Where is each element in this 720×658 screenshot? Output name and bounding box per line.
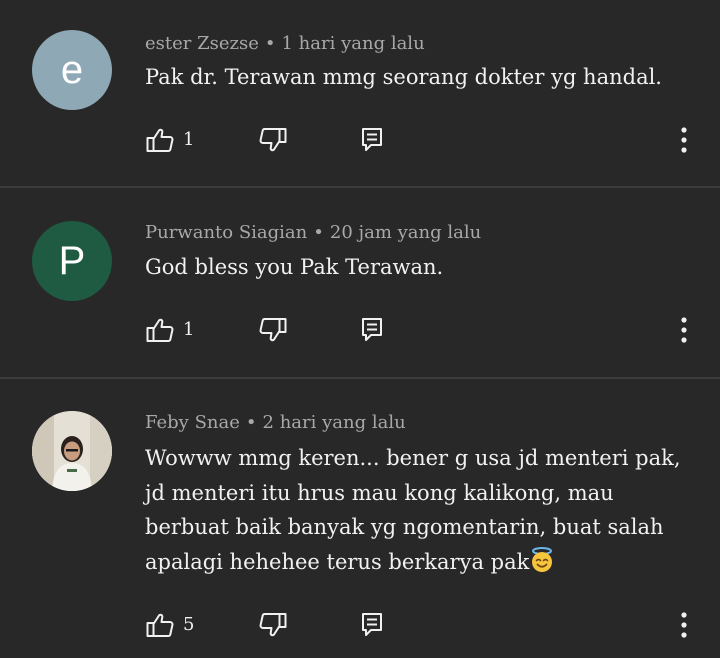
like-button[interactable] — [145, 125, 175, 155]
comment-time: 20 jam yang lalu — [329, 222, 482, 243]
avatar-letter: P — [58, 238, 86, 283]
comment-text: Pak dr. Terawan mmg seorang dokter yg ha… — [145, 65, 662, 89]
thumbs-down-icon — [259, 318, 287, 342]
smiling-face-with-halo-icon — [532, 546, 553, 572]
comment-text-content: Wowww mmg keren... bener g usa jd menter… — [145, 446, 681, 574]
comment-time: 1 hari yang lalu — [281, 33, 425, 54]
comment-author[interactable]: Purwanto Siagian — [145, 222, 307, 243]
meta-separator: • — [264, 33, 276, 54]
like-count: 1 — [183, 129, 195, 150]
comment-text: God bless you Pak Terawan. — [145, 255, 444, 279]
meta-separator: • — [313, 222, 324, 243]
reply-button[interactable] — [358, 125, 386, 155]
comment-author[interactable]: Feby Snae — [145, 412, 240, 433]
dislike-button[interactable] — [258, 315, 288, 345]
thumbs-up-icon — [146, 318, 174, 342]
more-vert-icon — [681, 127, 687, 153]
comment-item: e ester Zsezse • 1 hari yang lalu Pak dr. … — [0, 0, 720, 188]
comment-item: P Purwanto Siagian • 20 jam yang lalu God … — [0, 188, 720, 378]
like-count: 1 — [183, 319, 195, 340]
comment-time: 2 hari yang lalu — [262, 412, 406, 433]
like-count: 5 — [183, 614, 195, 635]
more-options-button[interactable] — [672, 124, 696, 156]
comment-author[interactable]: ester Zsezse — [145, 33, 259, 54]
dislike-button[interactable] — [258, 610, 288, 640]
reply-comment-icon — [362, 128, 382, 151]
meta-separator: • — [245, 412, 257, 433]
reply-comment-icon — [362, 318, 382, 341]
avatar[interactable]: e — [32, 30, 112, 110]
dislike-button[interactable] — [258, 125, 288, 155]
more-vert-icon — [681, 317, 687, 343]
more-options-button[interactable] — [672, 609, 696, 641]
comment-text: Wowww mmg keren... bener g usa jd menter… — [145, 441, 705, 579]
avatar-letter: e — [60, 47, 84, 92]
more-vert-icon — [681, 612, 687, 638]
more-options-button[interactable] — [672, 314, 696, 346]
thumbs-down-icon — [259, 128, 287, 152]
thumbs-up-icon — [146, 128, 174, 152]
comment-meta: Feby Snae • 2 hari yang lalu — [145, 412, 406, 433]
reply-button[interactable] — [358, 610, 386, 640]
comment-meta: Purwanto Siagian • 20 jam yang lalu — [145, 222, 481, 243]
reply-button[interactable] — [358, 315, 386, 345]
thumbs-up-icon — [146, 613, 174, 637]
thumbs-down-icon — [259, 613, 287, 637]
avatar[interactable]: P — [32, 221, 112, 301]
avatar[interactable] — [32, 411, 112, 491]
like-button[interactable] — [145, 610, 175, 640]
reply-comment-icon — [362, 613, 382, 636]
comment-meta: ester Zsezse • 1 hari yang lalu — [145, 33, 425, 54]
like-button[interactable] — [145, 315, 175, 345]
profile-photo — [32, 411, 112, 491]
comment-item: Feby Snae • 2 hari yang lalu Wowww mmg ker… — [0, 379, 720, 658]
